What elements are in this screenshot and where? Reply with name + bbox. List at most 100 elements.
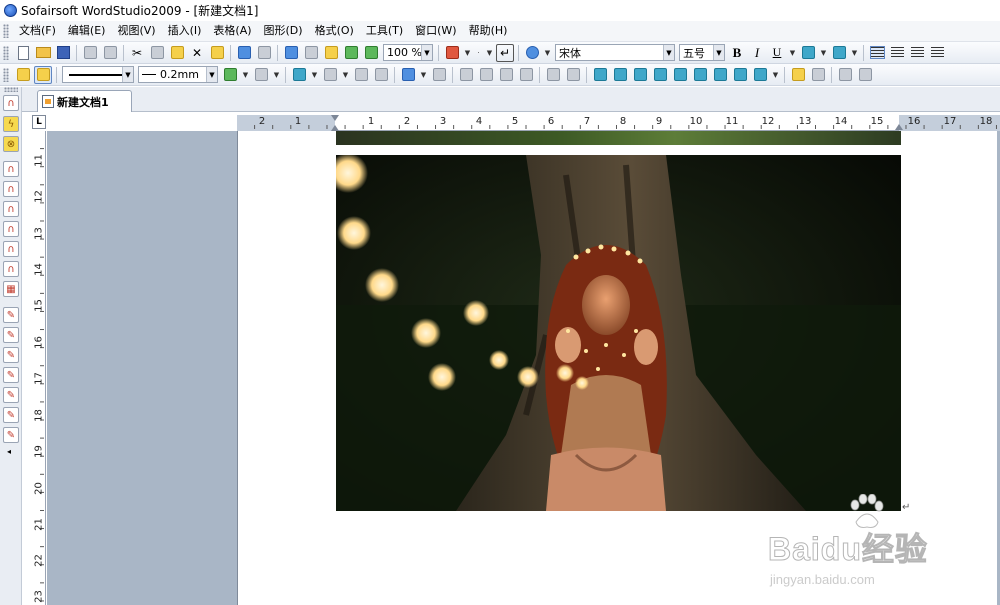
grid-button[interactable] [302,44,320,62]
wrap-front-button[interactable] [711,66,729,84]
font-name-select[interactable]: 宋体 ▼ [555,44,675,61]
cut-button[interactable]: ✂ [128,44,146,62]
help-button[interactable] [523,44,541,62]
pen-tool-7-button[interactable]: ✎ [3,427,19,443]
shape-tool-2-button[interactable]: ∩ [3,181,19,197]
wrap-edit-button[interactable] [731,66,749,84]
menubar-grip-icon[interactable] [3,24,9,38]
underline-dropdown[interactable]: ▼ [788,44,797,62]
menu-insert[interactable]: 插入(I) [162,21,208,41]
fill-color-button[interactable] [290,66,308,84]
distribute-columns-button[interactable] [544,66,562,84]
rotate-button[interactable] [751,66,769,84]
palette-grip-icon[interactable] [4,87,18,92]
line-width-select[interactable]: 0.2mm ▼ [138,66,218,83]
split-cells-button[interactable] [517,66,535,84]
align-right-button[interactable] [908,44,926,62]
insert-row-button[interactable] [457,66,475,84]
insert-table-button[interactable] [399,66,417,84]
pen-tool-5-button[interactable]: ✎ [3,387,19,403]
menu-file[interactable]: 文档(F) [13,21,62,41]
shape-tool-6-button[interactable]: ∩ [3,261,19,277]
border-button[interactable] [352,66,370,84]
frame-button[interactable] [372,66,390,84]
insert-column-button[interactable] [477,66,495,84]
shadow-button[interactable] [321,66,339,84]
zoom-select[interactable]: 100 % ▼ [383,44,433,61]
left-indent-marker[interactable] [331,115,339,131]
format-painter-button[interactable] [208,44,226,62]
font-color-button[interactable] [830,44,848,62]
palette-more-arrow-icon[interactable]: ◂ [7,447,11,456]
merge-cells-button[interactable] [497,66,515,84]
justify-button[interactable] [928,44,946,62]
tab-document-1[interactable]: 新建文档1 [37,90,132,112]
pen-tool-2-button[interactable]: ✎ [3,327,19,343]
toolbar-grip-icon[interactable] [3,67,9,82]
arrow-style-dropdown[interactable]: ▼ [272,66,281,84]
menu-window[interactable]: 窗口(W) [409,21,462,41]
previous-image-bottom[interactable] [336,131,901,145]
tab-stop-selector[interactable]: L [32,115,46,129]
pen-tool-1-button[interactable]: ✎ [3,307,19,323]
menu-view[interactable]: 视图(V) [111,21,161,41]
send-backward-button[interactable] [856,66,874,84]
redo-button[interactable] [255,44,273,62]
align-center-button[interactable] [888,44,906,62]
menu-format[interactable]: 格式(O) [309,21,360,41]
pen-tool-6-button[interactable]: ✎ [3,407,19,423]
wrap-through-button[interactable] [651,66,669,84]
undo-button[interactable] [235,44,253,62]
shape-tool-4-button[interactable]: ∩ [3,221,19,237]
shape-tool-5-button[interactable]: ∩ [3,241,19,257]
insert-object-button[interactable] [443,44,461,62]
more-dropdown[interactable]: ▼ [485,44,494,62]
menu-table[interactable]: 表格(A) [207,21,257,41]
line-color-button[interactable] [221,66,239,84]
group-button[interactable] [789,66,807,84]
fill-color-dropdown[interactable]: ▼ [310,66,319,84]
paste-button[interactable] [168,44,186,62]
menu-edit[interactable]: 编辑(E) [62,21,112,41]
new-document-button[interactable] [14,44,32,62]
distribute-rows-button[interactable] [564,66,582,84]
inserted-photo[interactable] [336,155,901,511]
ungroup-button[interactable] [809,66,827,84]
help-dropdown[interactable]: ▼ [543,44,552,62]
wrap-top-bottom-button[interactable] [671,66,689,84]
italic-button[interactable]: I [748,44,766,62]
magnet-tool-button[interactable]: ∩ [3,95,19,111]
align-left-button[interactable] [868,44,886,62]
wrap-inline-button[interactable] [591,66,609,84]
print-button[interactable] [81,44,99,62]
table-border-button[interactable] [430,66,448,84]
rotate-dropdown[interactable]: ▼ [771,66,780,84]
link-tool-button[interactable]: ⊗ [3,136,19,152]
font-color-dropdown[interactable]: ▼ [850,44,859,62]
delete-button[interactable]: ✕ [188,44,206,62]
vertical-ruler[interactable]: 11 12 13 14 15 16 17 18 19 20 21 22 23 [30,131,46,605]
right-indent-marker[interactable] [895,124,903,130]
character-spacing-button[interactable] [799,44,817,62]
horizontal-ruler[interactable]: 2 1 1 2 3 4 5 6 7 8 9 10 11 12 13 14 15 … [237,115,1000,131]
line-style-select[interactable]: ▼ [62,66,134,83]
zoom-out-button[interactable] [362,44,380,62]
open-button[interactable] [34,44,52,62]
grid-tool-button[interactable]: ▦ [3,281,19,297]
copy-button[interactable] [148,44,166,62]
select-button[interactable] [282,44,300,62]
menu-help[interactable]: 帮助(H) [463,21,514,41]
show-marks-button[interactable]: ↵ [496,43,514,62]
insert-object-dropdown[interactable]: ▼ [463,44,472,62]
toolbar-grip-icon[interactable] [3,45,9,60]
punctuation-dropdown[interactable]: · [474,44,483,62]
save-button[interactable] [54,44,72,62]
insert-table-dropdown[interactable]: ▼ [419,66,428,84]
text-frame-button[interactable] [34,65,52,84]
edit-text-button[interactable] [14,66,32,84]
bold-button[interactable]: B [728,44,746,62]
font-size-select[interactable]: 五号 ▼ [679,44,725,61]
bring-forward-button[interactable] [836,66,854,84]
pan-button[interactable] [322,44,340,62]
pen-tool-3-button[interactable]: ✎ [3,347,19,363]
